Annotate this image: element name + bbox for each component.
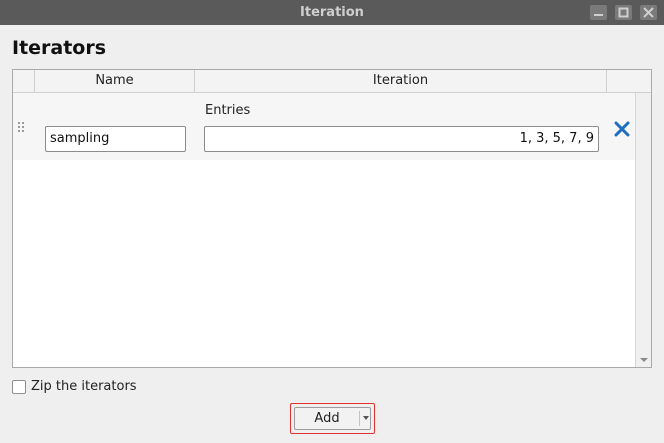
close-button[interactable] [640,5,657,20]
chevron-down-icon[interactable] [363,416,369,421]
header-name[interactable]: Name [35,70,195,92]
table-header: Name Iteration [13,70,651,93]
add-button-separator [359,411,360,426]
iterators-table: Name Iteration Entries sampling 1, 3, 5,… [12,69,652,368]
window-title: Iteration [300,5,364,20]
page-title: Iterators [12,37,107,59]
add-button-label: Add [314,411,340,426]
minimize-button[interactable] [590,5,607,20]
iterator-name-input[interactable]: sampling [45,126,186,152]
add-button-focus-ring: Add [290,403,375,434]
entries-input[interactable]: 1, 3, 5, 7, 9 [204,126,599,152]
vertical-scrollbar[interactable] [635,93,651,367]
zip-label: Zip the iterators [31,379,137,394]
remove-iterator-button[interactable] [613,120,631,138]
drag-handle-icon[interactable] [17,121,25,133]
title-bar: Iteration [0,0,664,25]
header-iteration[interactable]: Iteration [195,70,607,92]
add-button[interactable]: Add [294,407,371,430]
zip-checkbox[interactable] [12,380,26,394]
close-icon [614,121,630,137]
close-icon [643,7,654,18]
maximize-button[interactable] [615,5,632,20]
header-handle-column [13,70,35,92]
chevron-down-icon[interactable] [639,356,649,364]
table-row: Entries sampling 1, 3, 5, 7, 9 [13,93,635,160]
iteration-type-label: Entries [205,103,251,118]
iteration-dialog: Iteration Iterators Name Iteration Entri… [0,0,664,443]
maximize-icon [618,7,629,18]
minimize-icon [594,14,603,16]
